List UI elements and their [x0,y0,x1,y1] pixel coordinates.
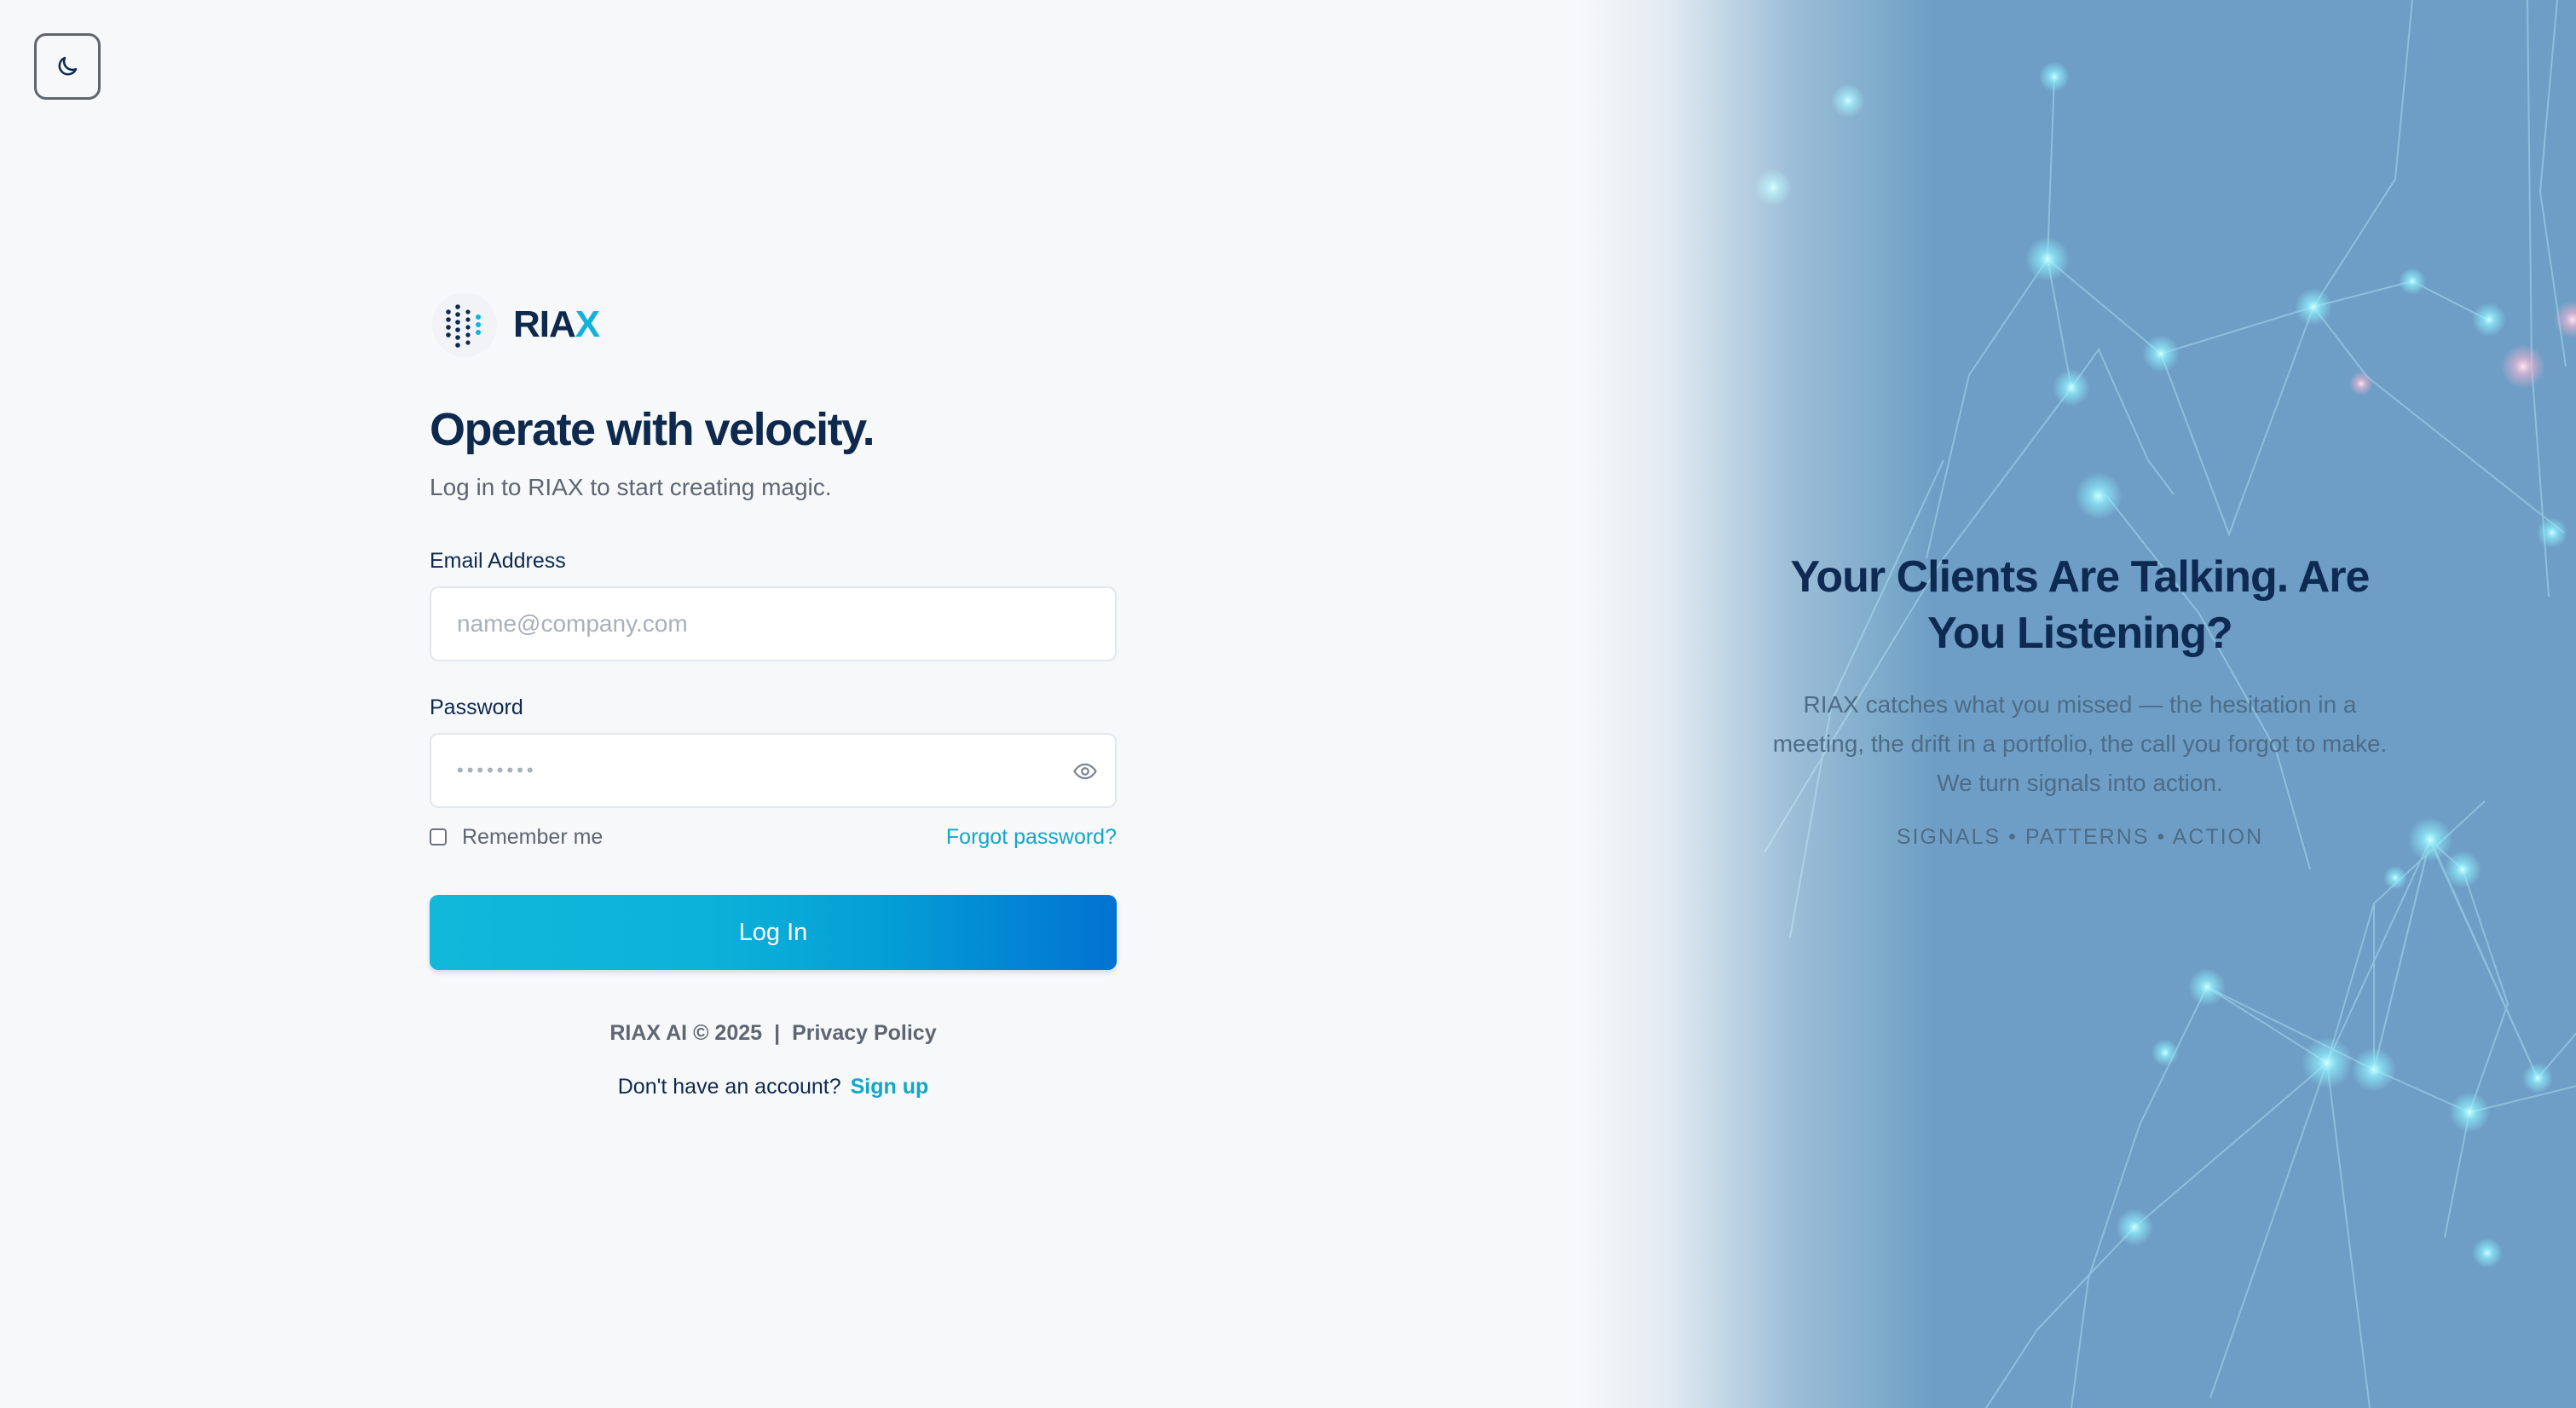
signup-prompt-text: Don't have an account? [617,1075,841,1099]
hero-title: Your Clients Are Talking. Are You Listen… [1790,552,2371,658]
login-panel: RIAX Operate with velocity. Log in to RI… [430,290,1117,1099]
privacy-policy-link[interactable]: Privacy Policy [792,1021,937,1045]
brand: RIAX [430,290,1117,360]
page-subtitle: Log in to RIAX to start creating magic. [430,474,832,500]
footer-legal: RIAX AI © 2025 | Privacy Policy [430,1021,1117,1046]
login-page: RIAX Operate with velocity. Log in to RI… [0,0,2576,1408]
footer-separator: | [774,1021,781,1045]
brand-name-main: RIA [513,303,576,345]
brand-name-accent: X [575,303,600,345]
login-options-row: Remember me Forgot password? [430,823,1117,851]
password-label: Password [430,695,523,719]
password-field[interactable]: •••••••• [457,735,537,806]
email-field-wrapper [430,586,1117,661]
email-field[interactable] [431,588,1115,660]
signup-prompt: Don't have an account? Sign up [430,1075,1117,1099]
hero-panel: Your Clients Are Talking. Are You Listen… [1577,0,2576,1408]
remember-me-label[interactable]: Remember me [462,825,603,850]
remember-me: Remember me [430,825,603,850]
email-label: Email Address [430,549,566,573]
hero-tags: SIGNALS • PATTERNS • ACTION [1896,825,2264,849]
theme-toggle-button[interactable] [34,33,101,100]
dot-grid-logo-icon [432,292,497,357]
copyright-text: RIAX AI © 2025 [609,1021,763,1045]
signup-link[interactable]: Sign up [851,1075,929,1099]
login-button[interactable]: Log In [430,895,1117,970]
eye-icon[interactable] [1072,759,1098,784]
moon-icon [58,56,78,76]
brand-name: RIAX [513,303,600,346]
hero-body: RIAX catches what you missed — the hesit… [1772,691,2388,796]
remember-me-checkbox[interactable] [430,828,447,845]
forgot-password-link[interactable]: Forgot password? [946,825,1117,850]
page-title: Operate with velocity. [430,404,875,455]
password-field-wrapper[interactable]: •••••••• [430,733,1117,808]
hero-text: Your Clients Are Talking. Are You Listen… [1765,549,2395,850]
